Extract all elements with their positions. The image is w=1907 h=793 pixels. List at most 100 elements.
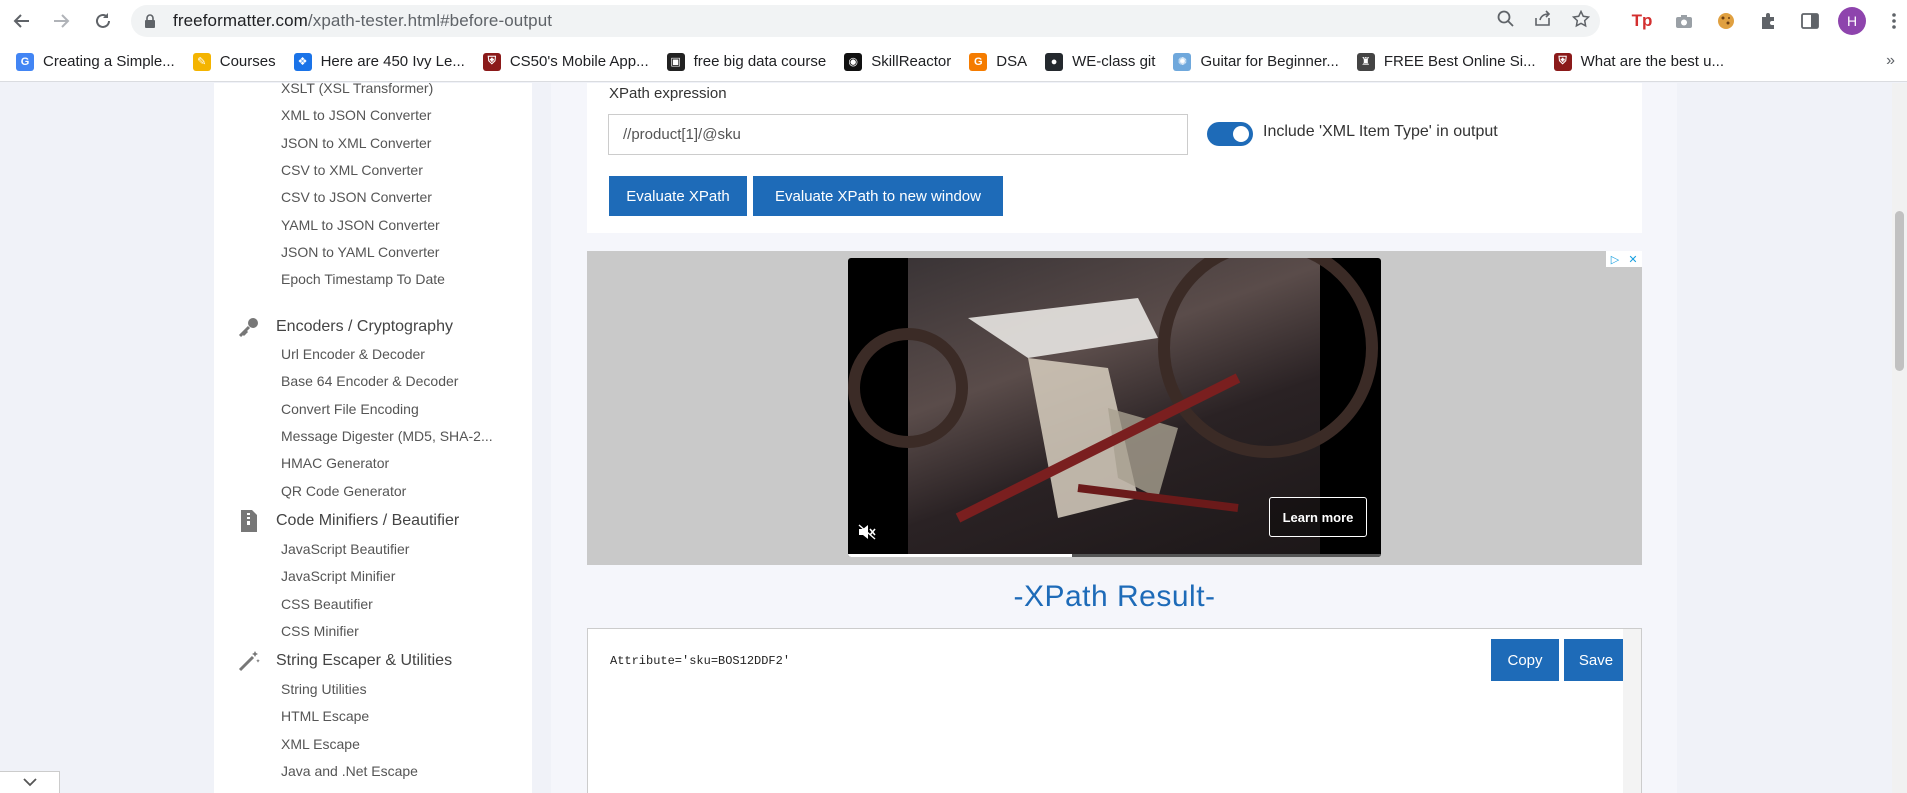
browser-toolbar: freeformatter.com/xpath-tester.html#befo…	[0, 0, 1907, 42]
sidebar-link[interactable]: XML to JSON Converter	[281, 107, 431, 123]
sidebar-link[interactable]: CSS Minifier	[281, 623, 359, 639]
share-icon[interactable]	[1534, 10, 1552, 32]
bookmark-item[interactable]: ♜ FREE Best Online Si...	[1356, 52, 1536, 71]
result-title: -XPath Result-	[1013, 580, 1216, 613]
sidebar-link[interactable]: QR Code Generator	[281, 483, 406, 499]
zoom-icon[interactable]	[1497, 10, 1514, 32]
video-progress-bar[interactable]	[848, 554, 1381, 557]
sidebar-section-heading[interactable]: String Escaper & Utilities	[236, 648, 452, 674]
bookmark-favicon-icon: ✺	[1173, 52, 1192, 71]
tp-extension-icon[interactable]: Tp	[1628, 7, 1656, 35]
main-content: XPath expression Include 'XML Item Type'…	[551, 83, 1677, 793]
sidebar-section-label: Code Minifiers / Beautifier	[276, 512, 460, 529]
bookmark-item[interactable]: G DSA	[969, 52, 1028, 71]
url-text: freeformatter.com/xpath-tester.html#befo…	[173, 11, 553, 30]
bookmark-item[interactable]: ⛨ What are the best u...	[1553, 52, 1724, 71]
sidebar-link[interactable]: Convert File Encoding	[281, 401, 419, 417]
save-button[interactable]: Save	[1564, 639, 1628, 681]
key-icon	[236, 314, 262, 340]
bookmark-favicon-icon: ◉	[844, 52, 863, 71]
sidebar-link[interactable]: String Utilities	[281, 681, 367, 697]
bookmark-star-icon[interactable]	[1571, 9, 1591, 33]
sidebar-link[interactable]: XSLT (XSL Transformer)	[281, 83, 433, 96]
bookmark-label: Courses	[219, 53, 276, 70]
result-output-box: Attribute='sku=BOS12DDF2' Copy Save	[587, 628, 1642, 793]
bookmark-item[interactable]: G Creating a Simple...	[16, 52, 175, 71]
include-item-type-label: Include 'XML Item Type' in output	[1263, 123, 1498, 140]
sidebar-link[interactable]: HTML Escape	[281, 708, 369, 724]
reload-icon[interactable]	[85, 3, 121, 39]
bookmark-item[interactable]: ▣ free big data course	[666, 52, 827, 71]
camera-icon[interactable]	[1670, 7, 1698, 35]
bookmark-item[interactable]: ❖ Here are 450 Ivy Le...	[293, 52, 465, 71]
sidebar-link[interactable]: JavaScript Beautifier	[281, 541, 409, 557]
bookmarks-overflow-icon[interactable]: »	[1886, 52, 1895, 70]
bookmark-favicon-icon: ▣	[666, 52, 685, 71]
bookmark-label: What are the best u...	[1580, 53, 1724, 70]
magic-wand-icon	[236, 648, 262, 674]
mute-icon[interactable]	[858, 524, 876, 545]
evaluate-xpath-button[interactable]: Evaluate XPath	[609, 176, 747, 216]
sidebar-link[interactable]: CSS Beautifier	[281, 596, 373, 612]
sidebar-link[interactable]: Epoch Timestamp To Date	[281, 271, 445, 287]
learn-more-button[interactable]: Learn more	[1269, 497, 1367, 537]
sidebar-link[interactable]: Java and .Net Escape	[281, 763, 418, 779]
bookmark-item[interactable]: ◉ SkillReactor	[844, 52, 952, 71]
evaluate-xpath-new-window-button[interactable]: Evaluate XPath to new window	[753, 176, 1003, 216]
page-scrollbar-thumb[interactable]	[1895, 211, 1904, 371]
adchoices-icon[interactable]: ▷	[1606, 251, 1624, 267]
bookmark-favicon-icon: ✎	[192, 52, 211, 71]
bookmark-label: WE-class git	[1072, 53, 1156, 70]
page-scrollbar[interactable]	[1892, 83, 1907, 793]
extensions-puzzle-icon[interactable]	[1754, 7, 1782, 35]
bookmark-label: CS50's Mobile App...	[509, 53, 649, 70]
back-icon[interactable]	[4, 3, 40, 39]
sidebar-link[interactable]: Base 64 Encoder & Decoder	[281, 373, 458, 389]
menu-kebab-icon[interactable]	[1880, 7, 1907, 35]
sidebar-link[interactable]: CSV to XML Converter	[281, 162, 423, 178]
sidebar: XSLT (XSL Transformer) XML to JSON Conver…	[214, 83, 532, 793]
video-progress-fill	[848, 554, 1072, 557]
bookmark-label: SkillReactor	[871, 53, 952, 70]
sidebar-link[interactable]: JSON to YAML Converter	[281, 244, 439, 260]
sidebar-link[interactable]: JSON to XML Converter	[281, 135, 431, 151]
lock-icon[interactable]	[143, 14, 157, 28]
bookmark-item[interactable]: ⛨ CS50's Mobile App...	[482, 52, 649, 71]
xpath-expression-label: XPath expression	[609, 85, 727, 102]
bookmark-label: FREE Best Online Si...	[1383, 53, 1536, 70]
copy-button[interactable]: Copy	[1491, 639, 1559, 681]
sidebar-link[interactable]: CSV to JSON Converter	[281, 189, 432, 205]
include-item-type-toggle[interactable]	[1207, 122, 1253, 146]
forward-icon[interactable]	[43, 3, 79, 39]
sidebar-section-label: Encoders / Cryptography	[276, 318, 453, 335]
bookmark-label: Here are 450 Ivy Le...	[320, 53, 465, 70]
bookmark-item[interactable]: ✎ Courses	[192, 52, 276, 71]
bookmark-label: Creating a Simple...	[43, 53, 175, 70]
result-output-text: Attribute='sku=BOS12DDF2'	[610, 654, 791, 668]
side-panel-icon[interactable]	[1796, 7, 1824, 35]
bookmark-item[interactable]: ● WE-class git	[1045, 52, 1156, 71]
bookmark-favicon-icon: ⛨	[1553, 52, 1572, 71]
file-zip-icon	[236, 508, 262, 534]
sidebar-link[interactable]: JavaScript Minifier	[281, 568, 395, 584]
bookmark-label: DSA	[996, 53, 1028, 70]
profile-avatar[interactable]: H	[1838, 7, 1866, 35]
sidebar-link[interactable]: HMAC Generator	[281, 455, 389, 471]
collapse-chevron-icon[interactable]	[0, 771, 60, 793]
ad-close-icon[interactable]: ✕	[1624, 251, 1642, 267]
address-bar[interactable]: freeformatter.com/xpath-tester.html#befo…	[131, 5, 1600, 37]
result-scrollbar[interactable]	[1623, 629, 1641, 793]
sidebar-section-heading[interactable]: Code Minifiers / Beautifier	[236, 508, 459, 534]
bookmark-label: free big data course	[693, 53, 827, 70]
sidebar-link[interactable]: XML Escape	[281, 736, 360, 752]
ad-video[interactable]: Learn more	[848, 258, 1381, 557]
sidebar-section-heading[interactable]: Encoders / Cryptography	[236, 314, 453, 340]
xpath-expression-input[interactable]	[608, 114, 1188, 155]
sidebar-link[interactable]: Message Digester (MD5, SHA-2...	[281, 428, 493, 444]
bookmark-favicon-icon: ♜	[1356, 52, 1375, 71]
bookmark-item[interactable]: ✺ Guitar for Beginner...	[1173, 52, 1339, 71]
cookie-icon[interactable]	[1712, 7, 1740, 35]
bookmarks-bar: G Creating a Simple... ✎ Courses ❖ Here are 4…	[0, 42, 1907, 82]
sidebar-link[interactable]: YAML to JSON Converter	[281, 217, 440, 233]
sidebar-link[interactable]: Url Encoder & Decoder	[281, 346, 425, 362]
